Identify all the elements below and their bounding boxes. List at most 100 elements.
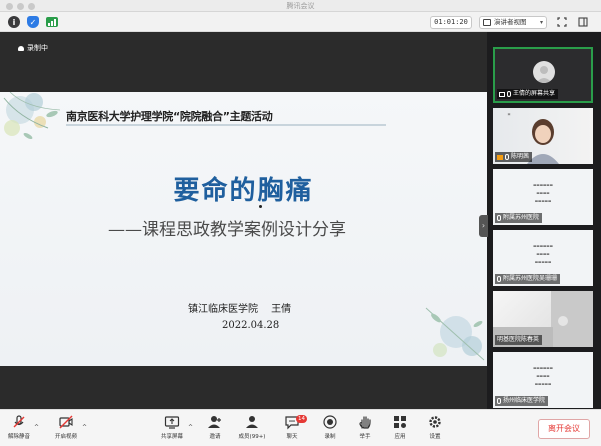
thumbnail-text-line: ▬▬▬▬ [536, 191, 550, 195]
members-label: 成员(99+) [238, 434, 266, 440]
shield-icon[interactable]: ✓ [27, 16, 39, 28]
meeting-toolbar: i ✓ 01:01:20 演讲者视图 ▾ [0, 12, 601, 32]
camera-logo-text: ▣ [507, 112, 511, 116]
layout-icon [483, 19, 491, 26]
info-icon[interactable]: i [8, 16, 20, 28]
cursor-dot [259, 205, 262, 208]
thumbnail-text-line: ▬▬▬▬ [536, 252, 550, 256]
share-screen-icon [164, 416, 180, 429]
invite-icon [208, 416, 221, 428]
video-tile[interactable]: ▬▬▬▬▬▬ ▬▬▬▬ ▬▬▬▬▬ 附属苏州医院 [493, 169, 593, 225]
signal-icon[interactable] [46, 17, 58, 27]
share-screen-button[interactable]: 共享屏幕 [157, 414, 187, 440]
apps-button[interactable]: 应用 [385, 414, 415, 440]
apps-label: 应用 [394, 434, 406, 440]
thumbnail-text-line: ▬▬▬▬ [536, 374, 550, 378]
presentation-slide: 南京医科大学护理学院“院院融合”主题活动 要命的胸痛 ——课程思政教学案例设计分… [0, 92, 487, 366]
mic-muted-icon [13, 415, 25, 428]
mic-icon [497, 215, 501, 221]
members-icon [246, 416, 258, 428]
collapse-panel-button[interactable]: › [479, 215, 488, 237]
mic-icon [507, 91, 511, 97]
speaker-view-button[interactable]: 演讲者视图 ▾ [479, 16, 547, 29]
mic-icon [505, 154, 509, 160]
raise-hand-button[interactable]: 举手 [350, 414, 380, 440]
thumbnail-text-line: ▬▬▬▬▬▬ [533, 244, 553, 248]
video-tile[interactable]: 明基医院陈春英 [493, 291, 593, 347]
tile-label: 陈明茜 [495, 152, 533, 162]
leave-meeting-button[interactable]: 离开会议 [538, 419, 590, 439]
apps-icon [394, 416, 406, 428]
share-options-chevron-icon[interactable]: ^ [188, 424, 193, 431]
settings-button[interactable]: 设置 [420, 414, 450, 440]
slide-header-underline [66, 124, 386, 126]
slide-title: 要命的胸痛 [173, 176, 314, 206]
thumbnail-text-line: ▬▬▬▬▬ [534, 382, 552, 386]
participant-name: 陈明茜 [511, 153, 530, 160]
chat-unread-badge: 14 [296, 415, 307, 423]
slide-date: 2022.04.28 [222, 320, 280, 331]
meeting-timer: 01:01:20 [430, 16, 472, 29]
chat-button[interactable]: 14 聊天 [277, 414, 307, 440]
video-options-chevron-icon[interactable]: ^ [82, 424, 87, 431]
chevron-down-icon: ▾ [539, 19, 543, 26]
tile-label: 附属苏州医院吴珊珊 [495, 274, 561, 284]
record-button[interactable]: 录制 [315, 414, 345, 440]
window-title: 腾讯会议 [286, 2, 315, 10]
cloud-record-icon [18, 45, 24, 51]
start-video-button[interactable]: 开启视频 [51, 414, 81, 440]
shared-screen-area: 录制中 南京医科大学护理学院“院院融合”主题活动 要命的胸痛 ——课程思政教学案… [0, 32, 488, 409]
record-icon [323, 415, 337, 429]
video-tile[interactable]: ▣ 陈明茜 [493, 108, 593, 164]
raise-hand-label: 举手 [359, 434, 371, 440]
mic-icon [497, 276, 501, 282]
participant-name: 附属苏州医院 [503, 214, 540, 221]
record-label: 录制 [324, 434, 336, 440]
settings-label: 设置 [429, 434, 441, 440]
chat-label: 聊天 [286, 434, 298, 440]
video-tile[interactable]: ▬▬▬▬▬▬ ▬▬▬▬ ▬▬▬▬▬ 扬州临床医学院 [493, 352, 593, 408]
person-icon [497, 154, 503, 160]
thumbnail-text-line: ▬▬▬▬▬ [534, 260, 552, 264]
participant-name: 明基医院陈春英 [497, 336, 540, 343]
thumbnail-text-line: ▬▬▬▬▬▬ [533, 366, 553, 370]
video-tile[interactable]: ▬▬▬▬▬▬ ▬▬▬▬ ▬▬▬▬▬ 附属苏州医院吴珊珊 [493, 230, 593, 286]
mic-icon [497, 398, 501, 404]
unmute-button[interactable]: 解除静音 [4, 414, 34, 440]
slide-header: 南京医科大学护理学院“院院融合”主题活动 [66, 110, 273, 123]
participant-panel: 王倩的屏幕共享 ▣ 陈明茜 ▬▬▬▬▬▬ ▬▬▬▬ ▬▬▬▬▬ 附属苏州医院 ▬… [489, 32, 601, 409]
audio-options-chevron-icon[interactable]: ^ [34, 424, 39, 431]
unmute-label: 解除静音 [7, 434, 30, 440]
video-off-icon [59, 415, 73, 429]
settings-icon [429, 416, 441, 428]
members-button[interactable]: 成员(99+) [237, 414, 267, 440]
raise-hand-icon [359, 416, 371, 429]
video-tile[interactable]: 王倩的屏幕共享 [493, 47, 593, 103]
share-screen-label: 共享屏幕 [160, 434, 183, 440]
tile-label: 明基医院陈春英 [495, 335, 543, 345]
slide-subtitle: ——课程思政教学案例设计分享 [108, 220, 346, 240]
window-titlebar: 腾讯会议 [0, 0, 601, 12]
thumbnail-text-line: ▬▬▬▬▬▬ [533, 183, 553, 187]
start-video-label: 开启视频 [54, 434, 77, 440]
recording-indicator: 录制中 [18, 43, 48, 53]
sidebar-toggle-icon[interactable] [578, 17, 588, 27]
thumbnail-text-line: ▬▬▬▬▬ [534, 199, 552, 203]
floral-decoration-icon [3, 92, 61, 140]
tile-label: 附属苏州医院 [495, 213, 543, 223]
invite-button[interactable]: 邀请 [200, 414, 230, 440]
recording-label: 录制中 [27, 44, 48, 52]
participant-name: 附属苏州医院吴珊珊 [503, 275, 558, 282]
view-label: 演讲者视图 [494, 18, 527, 26]
participant-name: 王倩的屏幕共享 [513, 90, 556, 97]
fullscreen-icon[interactable] [557, 17, 567, 27]
avatar [533, 61, 555, 83]
invite-label: 邀请 [209, 434, 221, 440]
meeting-controls-bar: 解除静音 ^ 开启视频 ^ 共享屏幕 ^ 邀请 成员(99+) 14 聊天 录制… [0, 409, 601, 446]
participant-name: 扬州临床医学院 [503, 397, 546, 404]
share-screen-icon [499, 91, 505, 97]
tile-label: 王倩的屏幕共享 [497, 89, 559, 99]
slide-presenter: 镇江临床医学院 王倩 [188, 304, 292, 315]
tile-label: 扬州临床医学院 [495, 396, 549, 406]
floral-decoration-icon [425, 307, 485, 361]
